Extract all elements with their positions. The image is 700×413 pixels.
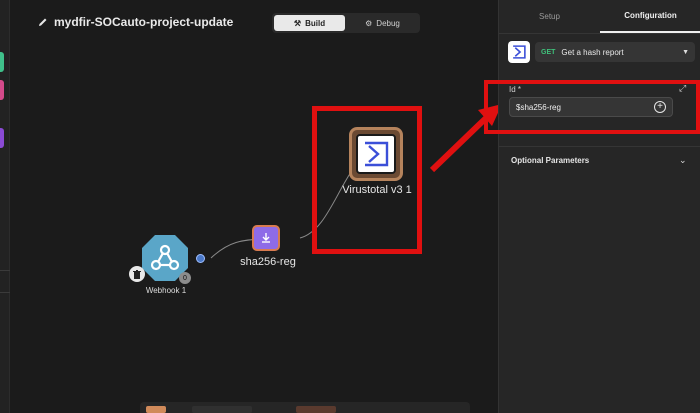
bottom-toolbar-item[interactable] xyxy=(146,406,166,413)
download-icon xyxy=(262,233,270,243)
delete-node-button[interactable] xyxy=(129,266,145,282)
chevron-down-icon[interactable]: ⌄ xyxy=(679,155,687,166)
bottom-toolbar-item[interactable] xyxy=(296,406,336,413)
sha256-node-label: sha256-reg xyxy=(240,256,296,268)
section-divider xyxy=(499,146,700,147)
http-method-badge: GET xyxy=(541,48,556,56)
annotation-arrow-shaft xyxy=(429,115,489,173)
configuration-panel: Setup Configuration GET Get a hash repor… xyxy=(498,0,700,413)
id-field-highlight-box xyxy=(484,80,700,134)
action-select[interactable]: GET Get a hash report ▼ xyxy=(535,42,695,62)
panel-tabs: Setup Configuration xyxy=(499,0,700,34)
caret-down-icon: ▼ xyxy=(682,48,689,56)
virustotal-highlight-box xyxy=(312,106,422,254)
action-name: Get a hash report xyxy=(561,47,624,57)
virustotal-app-icon xyxy=(508,41,530,63)
node-count-badge: 0 xyxy=(179,272,191,284)
bottom-toolbar-item[interactable] xyxy=(192,406,252,413)
webhook-output-port[interactable] xyxy=(196,254,205,263)
tab-configuration[interactable]: Configuration xyxy=(600,0,700,33)
virustotal-logo-icon xyxy=(513,45,526,59)
trash-icon xyxy=(133,269,141,279)
webhook-node-label: Webhook 1 xyxy=(145,286,187,295)
optional-parameters-toggle[interactable]: Optional Parameters xyxy=(511,156,589,165)
tab-setup[interactable]: Setup xyxy=(499,0,600,33)
sha256-node[interactable] xyxy=(252,225,280,251)
